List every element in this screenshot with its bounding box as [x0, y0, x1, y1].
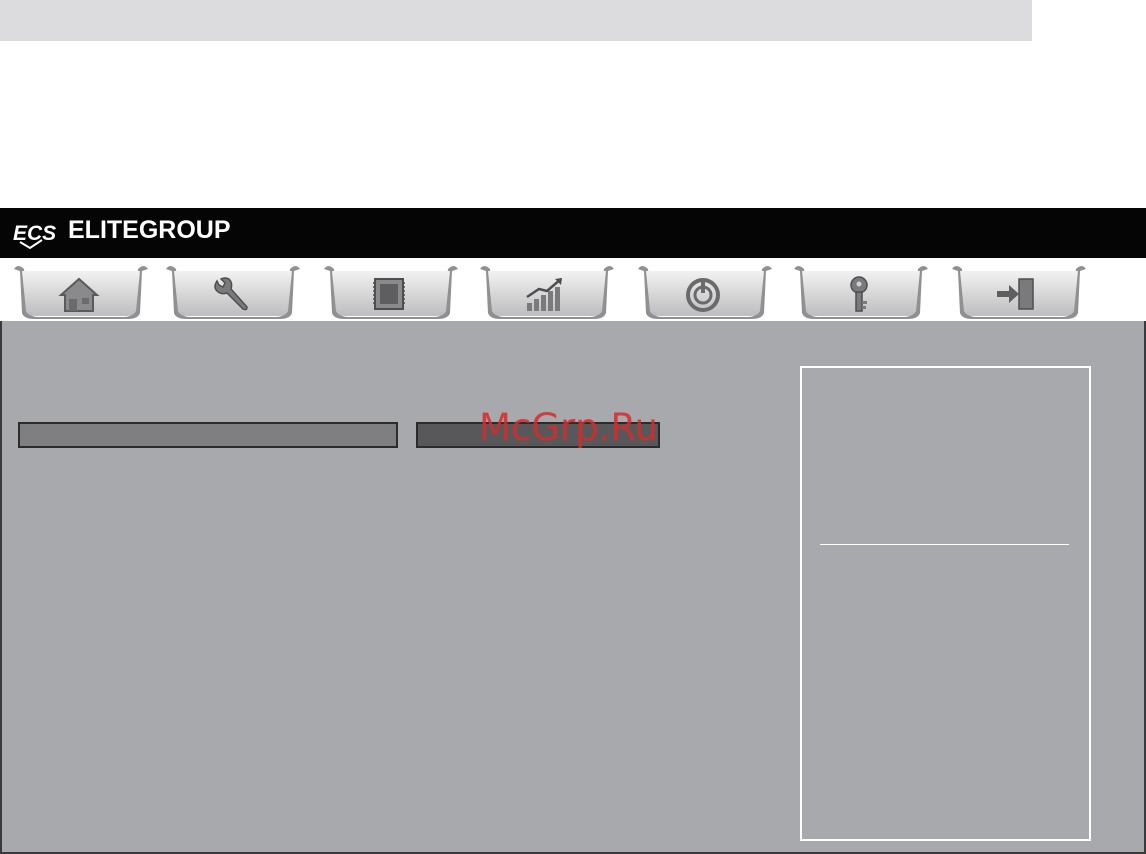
- brand-name: ELITEGROUP: [68, 216, 231, 244]
- help-panel: [800, 366, 1091, 841]
- bios-header: ECS ELITEGROUP: [0, 208, 1146, 258]
- performance-chart-icon: [526, 278, 562, 311]
- top-bar: [0, 0, 1032, 41]
- ecs-logo-text: ECS: [13, 222, 56, 245]
- watermark-text: McGrp.Ru: [479, 406, 658, 449]
- home-icon: [58, 277, 100, 312]
- tab-main[interactable]: [12, 263, 148, 319]
- setting-item-label-bar[interactable]: [18, 422, 398, 448]
- help-divider: [820, 544, 1069, 545]
- bios-window: ECS ELITEGROUP: [0, 208, 1146, 854]
- tab-exit[interactable]: [950, 263, 1086, 319]
- tab-chipset[interactable]: [322, 263, 458, 319]
- cpu-chip-icon: [373, 278, 405, 310]
- key-icon: [850, 276, 868, 312]
- wrench-icon: [214, 277, 248, 311]
- exit-door-icon: [997, 278, 1034, 310]
- ecs-logo-mark: ECS: [13, 222, 56, 250]
- tab-security[interactable]: [792, 263, 928, 319]
- tab-performance[interactable]: [478, 263, 614, 319]
- tab-power[interactable]: [636, 263, 772, 319]
- tab-strip: [0, 258, 1146, 321]
- power-icon: [686, 278, 720, 312]
- tab-advanced[interactable]: [164, 263, 300, 319]
- settings-main-area: [0, 321, 1146, 854]
